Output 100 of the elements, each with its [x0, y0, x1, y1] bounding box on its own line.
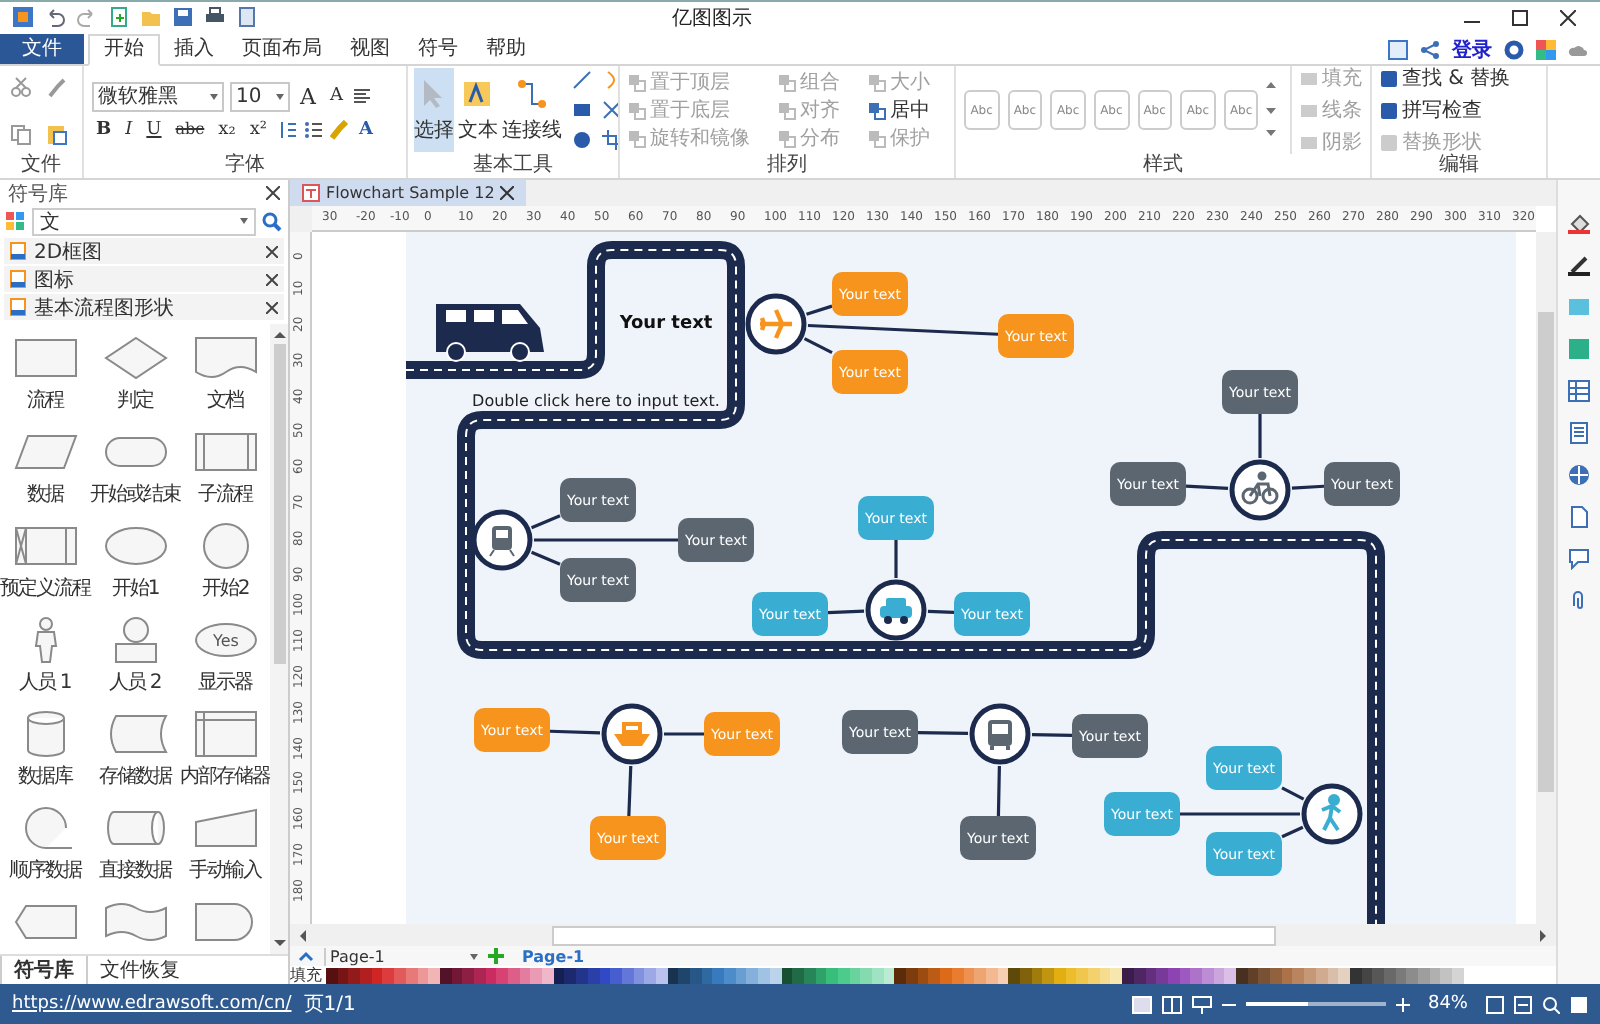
scroll-up-icon[interactable] — [271, 328, 287, 341]
pen-icon[interactable] — [1568, 254, 1590, 277]
menu-tab[interactable]: 开始 — [88, 33, 160, 67]
new-file-icon[interactable] — [108, 6, 130, 29]
manual-input-shape[interactable] — [193, 804, 257, 853]
chat-bubble-icon[interactable] — [1568, 548, 1590, 571]
menu-tab[interactable]: 插入 — [160, 33, 228, 65]
scissors-icon[interactable] — [9, 75, 31, 98]
scroll-arrows-icon[interactable] — [1266, 80, 1276, 141]
text-tool-button[interactable]: 文本 — [458, 68, 498, 153]
rectangle-shape[interactable] — [13, 334, 77, 383]
scrollbar-thumb[interactable] — [273, 344, 285, 665]
export-icon[interactable] — [236, 6, 258, 29]
zoom-icon[interactable] — [1542, 995, 1560, 1014]
document-shape[interactable] — [193, 334, 257, 383]
line-spacing-icon[interactable] — [277, 119, 298, 140]
diamond-shape[interactable] — [103, 334, 167, 383]
ellipse-shape[interactable] — [103, 522, 167, 571]
color-palette[interactable] — [326, 967, 1464, 984]
font-size-dropdown[interactable]: 10 — [230, 81, 290, 112]
menu-tab[interactable]: 文件 — [0, 33, 84, 65]
ribbon-command[interactable]: 查找 & 替换 — [1380, 66, 1511, 93]
ribbon-command[interactable]: 居中 — [868, 96, 946, 125]
predefined-shape[interactable] — [13, 522, 77, 571]
copy-icon[interactable] — [9, 123, 31, 146]
menu-tab[interactable]: 页面布局 — [228, 33, 336, 65]
bullet-list-icon[interactable] — [303, 119, 324, 140]
connector-tool-button[interactable]: 连接线 — [502, 68, 562, 153]
subprocess-shape[interactable] — [193, 428, 257, 477]
layers-icon[interactable] — [1568, 338, 1590, 361]
menu-tab[interactable]: 帮助 — [472, 33, 540, 65]
search-icon[interactable] — [262, 211, 282, 232]
format-button[interactable]: I — [121, 119, 137, 140]
scroll-right-icon[interactable] — [1538, 927, 1550, 944]
close-icon[interactable] — [266, 273, 278, 286]
maximize-icon[interactable] — [1512, 9, 1528, 26]
format-button[interactable]: B — [92, 119, 116, 140]
close-icon[interactable] — [1560, 9, 1576, 26]
share-icon[interactable] — [1420, 39, 1440, 60]
menu-tab[interactable]: 视图 — [336, 33, 404, 65]
paint-bucket-icon[interactable] — [1568, 212, 1590, 235]
file-icon[interactable] — [1568, 506, 1590, 529]
page-view-icon[interactable] — [1131, 995, 1152, 1014]
line-icon[interactable] — [572, 70, 592, 91]
gear-icon[interactable] — [1504, 39, 1524, 60]
delay-shape[interactable] — [193, 898, 257, 947]
search-field[interactable]: 文 — [32, 207, 256, 236]
page-tab[interactable]: Page-1 — [514, 947, 593, 966]
menu-tab[interactable]: 符号 — [404, 33, 472, 65]
ribbon-command[interactable]: 拼写检查 — [1380, 96, 1482, 125]
globe-icon[interactable] — [1568, 464, 1590, 487]
font-family-dropdown[interactable]: 微软雅黑 — [92, 81, 224, 112]
scrollbar-thumb[interactable] — [1538, 312, 1554, 793]
circle-icon[interactable] — [572, 130, 592, 151]
library-grid-icon[interactable] — [6, 211, 26, 232]
website-link[interactable]: https://www.edrawsoft.com/cn/ — [12, 994, 292, 1015]
page-dropdown[interactable]: Page-1 — [324, 947, 478, 966]
puzzle-icon[interactable] — [1536, 39, 1556, 60]
zoom-slider[interactable] — [1245, 1002, 1386, 1007]
login-link[interactable]: 登录 — [1452, 35, 1492, 64]
undo-icon[interactable] — [44, 6, 66, 29]
panel-tab[interactable]: 符号库 — [0, 956, 88, 985]
scroll-left-icon[interactable] — [296, 927, 308, 944]
panel-tab[interactable]: 文件恢复 — [88, 956, 192, 985]
save-icon[interactable] — [172, 6, 194, 29]
fullscreen-icon[interactable] — [1570, 995, 1588, 1014]
wave-shape[interactable] — [103, 898, 167, 947]
zoom-in-icon[interactable] — [1395, 997, 1410, 1012]
font-color-button[interactable]: A — [355, 119, 377, 140]
cloud-icon[interactable] — [1568, 41, 1588, 58]
pointer-tool-button[interactable]: 选择 — [414, 68, 454, 153]
close-icon[interactable] — [266, 301, 278, 314]
format-button[interactable]: U — [142, 119, 166, 140]
align-text-icon[interactable] — [352, 86, 373, 107]
cross-icon[interactable] — [602, 100, 618, 121]
paste-icon[interactable] — [45, 123, 67, 146]
fit-page-icon[interactable] — [1486, 995, 1504, 1014]
chevron-up-icon[interactable] — [298, 950, 314, 963]
document-icon[interactable] — [1568, 422, 1590, 445]
fit-width-icon[interactable] — [1514, 995, 1532, 1014]
grow-font-button[interactable]: A — [296, 83, 320, 110]
close-icon[interactable] — [500, 186, 515, 201]
shrink-font-button[interactable]: A — [325, 86, 347, 107]
format-button[interactable]: abc — [171, 120, 209, 139]
library-category[interactable]: 图标 — [34, 265, 74, 294]
internal-storage-shape[interactable] — [193, 710, 257, 759]
brush-icon[interactable] — [45, 75, 67, 98]
grid-icon[interactable] — [1568, 380, 1590, 403]
format-button[interactable]: x² — [245, 119, 272, 140]
rectangle-icon[interactable] — [572, 100, 592, 121]
image-frame-icon[interactable] — [1388, 39, 1408, 60]
document-tab[interactable]: Flowchart Sample 12 — [290, 180, 527, 207]
close-icon[interactable] — [266, 245, 278, 258]
scroll-down-icon[interactable] — [271, 938, 287, 951]
split-view-icon[interactable] — [1161, 995, 1182, 1014]
presentation-icon[interactable] — [1191, 995, 1212, 1014]
scrollbar-thumb[interactable] — [552, 925, 1276, 946]
add-page-icon[interactable] — [488, 948, 504, 965]
format-button[interactable]: x₂ — [214, 119, 240, 140]
crop-icon[interactable] — [602, 130, 618, 151]
